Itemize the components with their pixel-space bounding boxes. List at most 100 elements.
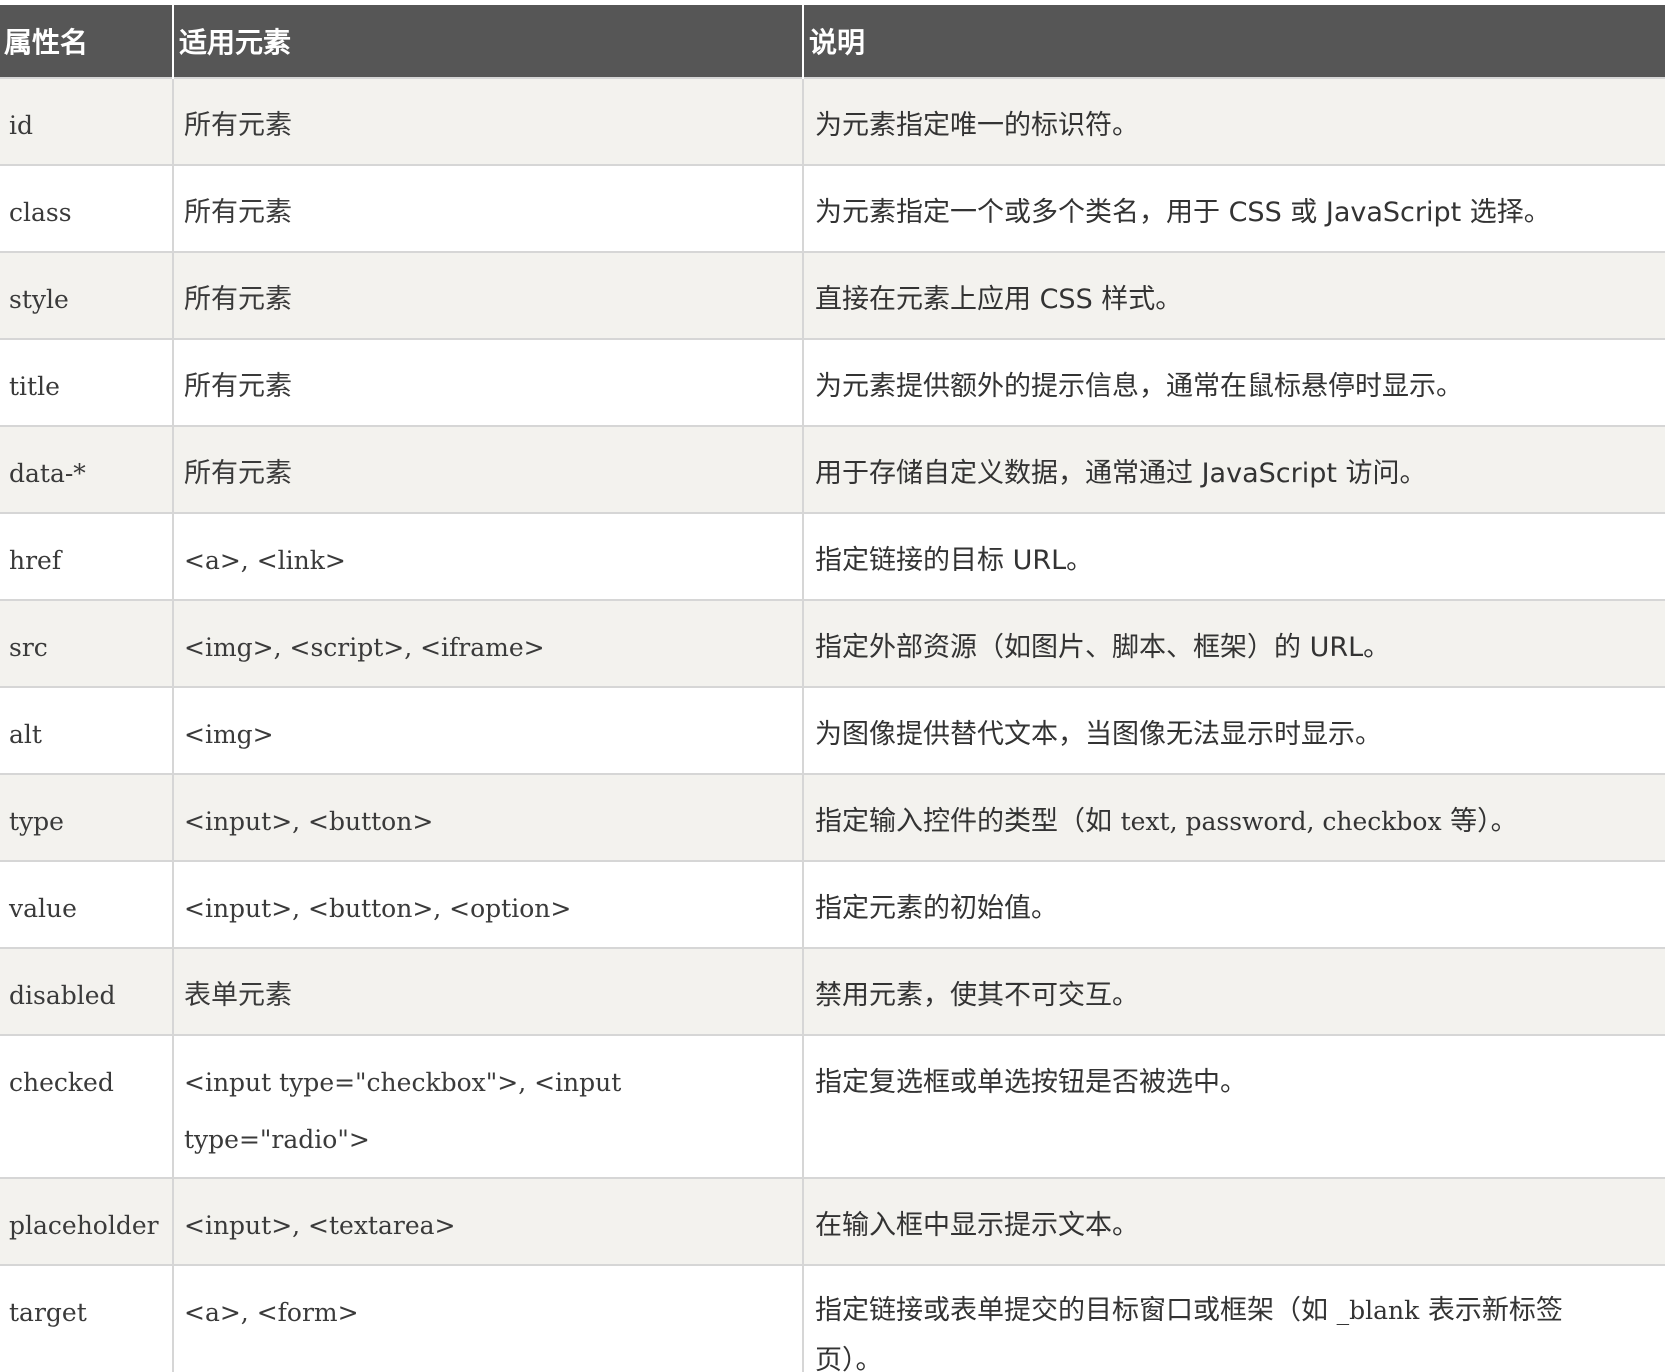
applicable-elements: <input>, <button>, <option> — [184, 894, 572, 923]
cell-description: 在输入框中显示提示文本。 — [803, 1177, 1665, 1265]
applicable-elements: 所有元素 — [184, 458, 292, 489]
applicable-elements: <a>, <link> — [184, 546, 346, 575]
attribute-name: href — [9, 546, 62, 575]
description-code: text, password, checkbox — [1120, 807, 1442, 836]
table-row: value <input>, <button>, <option> 指定元素的初… — [0, 860, 1665, 948]
cell-elements: 所有元素 — [173, 164, 804, 252]
cell-elements: 所有元素 — [173, 251, 804, 339]
cell-name: checked — [0, 1034, 174, 1178]
cell-description: 用于存储自定义数据，通常通过 JavaScript 访问。 — [803, 425, 1665, 513]
description-text: 为元素提供额外的提示信息，通常在鼠标悬停时显示。 — [815, 371, 1463, 402]
description-part: 等）。 — [1441, 806, 1518, 837]
cell-elements: <input>, <textarea> — [173, 1177, 804, 1265]
table-row: target <a>, <form> 指定链接或表单提交的目标窗口或框架（如 _… — [0, 1264, 1665, 1372]
applicable-elements: <a>, <form> — [184, 1298, 359, 1327]
table-row: alt <img> 为图像提供替代文本，当图像无法显示时显示。 — [0, 686, 1665, 774]
table-row: data-* 所有元素 用于存储自定义数据，通常通过 JavaScript 访问… — [0, 425, 1665, 513]
cell-name: data-* — [0, 425, 174, 513]
table-row: type <input>, <button> 指定输入控件的类型（如 text,… — [0, 773, 1665, 861]
cell-description: 指定元素的初始值。 — [803, 860, 1665, 948]
cell-name: href — [0, 512, 174, 600]
cell-name: disabled — [0, 947, 174, 1035]
table-body: id 所有元素 为元素指定唯一的标识符。 class 所有元素 为元素指定一个或… — [0, 77, 1665, 1372]
cell-elements: 表单元素 — [173, 947, 804, 1035]
cell-elements: 所有元素 — [173, 77, 804, 165]
cell-elements: <a>, <form> — [173, 1264, 804, 1372]
cell-name: style — [0, 251, 174, 339]
cell-description: 为图像提供替代文本，当图像无法显示时显示。 — [803, 686, 1665, 774]
attribute-name: class — [9, 198, 72, 227]
applicable-elements: 所有元素 — [184, 197, 292, 228]
description-code: _blank — [1336, 1296, 1420, 1325]
description-text: 指定输入控件的类型（如 text, password, checkbox 等）。 — [804, 775, 1665, 843]
cell-description: 指定链接或表单提交的目标窗口或框架（如 _blank 表示新标签页）。 — [803, 1264, 1665, 1372]
cell-description: 直接在元素上应用 CSS 样式。 — [803, 251, 1665, 339]
attribute-name: disabled — [9, 981, 116, 1010]
applicable-elements: <input type="checkbox">, <input type="ra… — [184, 1068, 622, 1154]
cell-name: id — [0, 77, 174, 165]
attribute-name: placeholder — [9, 1211, 159, 1240]
attributes-table: 属性名 适用元素 说明 id 所有元素 为元素指定唯一的标识符。 class 所… — [0, 5, 1665, 1372]
cell-description: 指定输入控件的类型（如 text, password, checkbox 等）。 — [803, 773, 1665, 861]
description-part: 指定输入控件的类型（如 — [815, 806, 1121, 837]
header-elements: 适用元素 — [173, 5, 804, 78]
table-row: checked <input type="checkbox">, <input … — [0, 1034, 1665, 1178]
table-row: style 所有元素 直接在元素上应用 CSS 样式。 — [0, 251, 1665, 339]
cell-name: class — [0, 164, 174, 252]
cell-name: src — [0, 599, 174, 687]
header-name: 属性名 — [0, 5, 174, 78]
cell-name: placeholder — [0, 1177, 174, 1265]
attribute-name: alt — [9, 720, 42, 749]
header-description: 说明 — [809, 26, 866, 59]
description-text: 为元素指定一个或多个类名，用于 CSS 或 JavaScript 选择。 — [815, 197, 1551, 228]
description-text: 在输入框中显示提示文本。 — [815, 1210, 1139, 1241]
applicable-elements: 所有元素 — [184, 110, 292, 141]
table-row: title 所有元素 为元素提供额外的提示信息，通常在鼠标悬停时显示。 — [0, 338, 1665, 426]
description-text: 指定链接的目标 URL。 — [815, 545, 1094, 576]
description-text: 为元素指定唯一的标识符。 — [815, 110, 1139, 141]
cell-elements: <a>, <link> — [173, 512, 804, 600]
description-text: 指定元素的初始值。 — [815, 893, 1058, 924]
cell-elements: <img>, <script>, <iframe> — [173, 599, 804, 687]
description-text: 禁用元素，使其不可交互。 — [815, 980, 1139, 1011]
cell-name: title — [0, 338, 174, 426]
table-row: placeholder <input>, <textarea> 在输入框中显示提… — [0, 1177, 1665, 1265]
description-text: 指定复选框或单选按钮是否被选中。 — [815, 1067, 1247, 1098]
table-row: src <img>, <script>, <iframe> 指定外部资源（如图片… — [0, 599, 1665, 687]
description-part: 指定链接或表单提交的目标窗口或框架（如 — [815, 1295, 1337, 1326]
applicable-elements: <input>, <textarea> — [184, 1211, 456, 1240]
header-row: 属性名 适用元素 说明 — [0, 5, 1665, 78]
applicable-elements: 表单元素 — [184, 980, 292, 1011]
attribute-name: data-* — [9, 459, 86, 488]
attribute-name: type — [9, 807, 64, 836]
page: 属性名 适用元素 说明 id 所有元素 为元素指定唯一的标识符。 class 所… — [0, 0, 1665, 1372]
description-text: 直接在元素上应用 CSS 样式。 — [815, 284, 1183, 315]
cell-description: 为元素指定一个或多个类名，用于 CSS 或 JavaScript 选择。 — [803, 164, 1665, 252]
table-row: disabled 表单元素 禁用元素，使其不可交互。 — [0, 947, 1665, 1035]
cell-name: value — [0, 860, 174, 948]
description-text: 为图像提供替代文本，当图像无法显示时显示。 — [815, 719, 1382, 750]
cell-description: 指定复选框或单选按钮是否被选中。 — [803, 1034, 1665, 1178]
cell-description: 禁用元素，使其不可交互。 — [803, 947, 1665, 1035]
attribute-name: src — [9, 633, 48, 662]
cell-elements: <input>, <button>, <option> — [173, 860, 804, 948]
cell-description: 为元素指定唯一的标识符。 — [803, 77, 1665, 165]
attribute-name: value — [9, 894, 77, 923]
cell-elements: <input>, <button> — [173, 773, 804, 861]
description-text: 指定链接或表单提交的目标窗口或框架（如 _blank 表示新标签页）。 — [804, 1266, 1665, 1372]
table-header: 属性名 适用元素 说明 — [0, 5, 1665, 78]
cell-name: type — [0, 773, 174, 861]
cell-elements: <img> — [173, 686, 804, 774]
applicable-elements: 所有元素 — [184, 284, 292, 315]
attribute-name: checked — [9, 1068, 114, 1097]
table-row: class 所有元素 为元素指定一个或多个类名，用于 CSS 或 JavaScr… — [0, 164, 1665, 252]
description-text: 指定外部资源（如图片、脚本、框架）的 URL。 — [815, 632, 1391, 663]
cell-name: alt — [0, 686, 174, 774]
cell-elements: 所有元素 — [173, 338, 804, 426]
table-row: id 所有元素 为元素指定唯一的标识符。 — [0, 77, 1665, 165]
attribute-name: style — [9, 285, 69, 314]
description-text: 用于存储自定义数据，通常通过 JavaScript 访问。 — [815, 458, 1427, 489]
table-row: href <a>, <link> 指定链接的目标 URL。 — [0, 512, 1665, 600]
cell-description: 为元素提供额外的提示信息，通常在鼠标悬停时显示。 — [803, 338, 1665, 426]
applicable-elements: <input>, <button> — [184, 807, 434, 836]
